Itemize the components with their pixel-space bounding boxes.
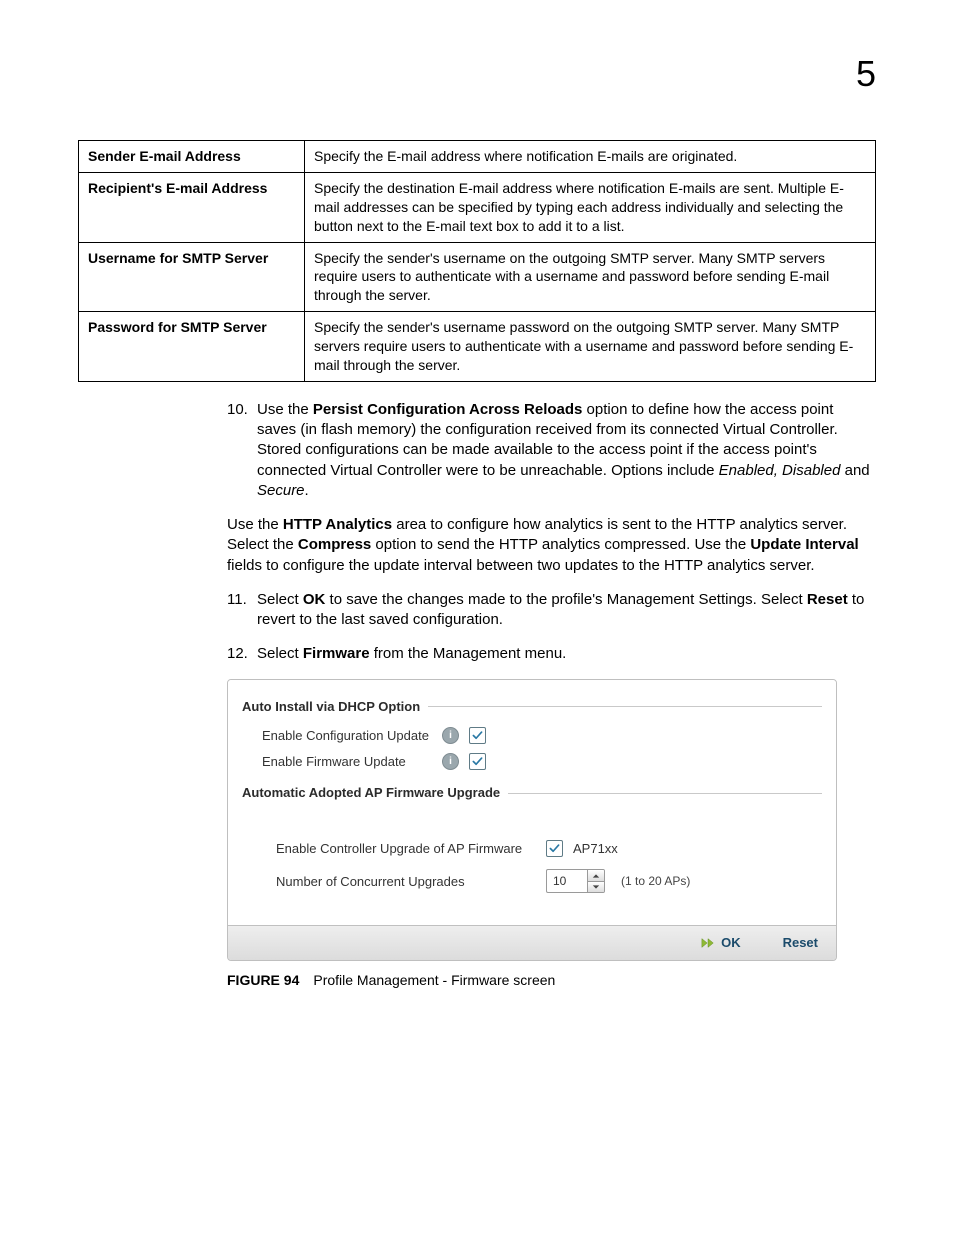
- row-enable-config-update: Enable Configuration Update i: [262, 727, 822, 745]
- step-10: 10. Use the Persist Configuration Across…: [227, 400, 876, 501]
- checkbox-enable-firmware-update[interactable]: [469, 753, 486, 770]
- text-bold: Persist Configuration Across Reloads: [313, 401, 583, 418]
- fieldset-title-text: Automatic Adopted AP Firmware Upgrade: [242, 784, 500, 802]
- checkbox-enable-config-update[interactable]: [469, 727, 486, 744]
- stepper-value: 10: [547, 870, 587, 892]
- table-row: Username for SMTP Server Specify the sen…: [79, 242, 876, 312]
- button-label: Reset: [783, 934, 818, 952]
- field-description: Specify the destination E-mail address w…: [305, 172, 876, 242]
- step-12: 12. Select Firmware from the Management …: [227, 644, 876, 664]
- table-row: Recipient's E-mail Address Specify the d…: [79, 172, 876, 242]
- text-bold: OK: [303, 591, 326, 608]
- field-description-table: Sender E-mail Address Specify the E-mail…: [78, 140, 876, 382]
- row-controller-upgrade: Enable Controller Upgrade of AP Firmware…: [276, 840, 822, 858]
- stepper-up-button[interactable]: [588, 870, 604, 881]
- reset-button[interactable]: Reset: [775, 932, 826, 954]
- info-icon[interactable]: i: [442, 727, 459, 744]
- stepper-range-hint: (1 to 20 APs): [621, 873, 690, 889]
- table-row: Sender E-mail Address Specify the E-mail…: [79, 141, 876, 173]
- paragraph-http-analytics: Use the HTTP Analytics area to configure…: [227, 515, 876, 576]
- row-enable-firmware-update: Enable Firmware Update i: [262, 753, 822, 771]
- fieldset-auto-adopted-title: Automatic Adopted AP Firmware Upgrade: [242, 784, 822, 802]
- figure-label: FIGURE 94: [227, 972, 299, 988]
- chapter-number: 5: [856, 50, 876, 99]
- text-bold: Reset: [807, 591, 848, 608]
- field-description: Specify the sender's username password o…: [305, 312, 876, 382]
- figure-caption: FIGURE 94 Profile Management - Firmware s…: [227, 971, 876, 990]
- text-bold: HTTP Analytics: [283, 516, 392, 533]
- text-bold: Update Interval: [750, 536, 858, 553]
- form-label: Enable Configuration Update: [262, 727, 432, 745]
- fast-forward-icon: [701, 937, 715, 949]
- text: from the Management menu.: [370, 645, 567, 662]
- form-label: Enable Firmware Update: [262, 753, 432, 771]
- fieldset-auto-install-title: Auto Install via DHCP Option: [242, 698, 822, 716]
- text: and: [840, 462, 869, 479]
- text: Use the: [227, 516, 283, 533]
- text: Select: [257, 645, 303, 662]
- table-row: Password for SMTP Server Specify the sen…: [79, 312, 876, 382]
- divider: [508, 793, 822, 794]
- step-number: 10.: [227, 400, 248, 420]
- concurrent-upgrades-stepper[interactable]: 10: [546, 869, 605, 893]
- field-label: Sender E-mail Address: [79, 141, 305, 173]
- step-11: 11. Select OK to save the changes made t…: [227, 590, 876, 631]
- panel-footer: OK Reset: [228, 925, 836, 960]
- text: fields to configure the update interval …: [227, 557, 815, 574]
- button-label: OK: [721, 934, 741, 952]
- text: to save the changes made to the profile'…: [325, 591, 806, 608]
- checkbox-controller-upgrade[interactable]: [546, 840, 563, 857]
- text-bold: Compress: [298, 536, 371, 553]
- fieldset-title-text: Auto Install via DHCP Option: [242, 698, 420, 716]
- field-label: Username for SMTP Server: [79, 242, 305, 312]
- ok-button[interactable]: OK: [693, 932, 749, 954]
- field-description: Specify the E-mail address where notific…: [305, 141, 876, 173]
- field-label: Password for SMTP Server: [79, 312, 305, 382]
- form-label: Enable Controller Upgrade of AP Firmware: [276, 840, 536, 858]
- info-icon[interactable]: i: [442, 753, 459, 770]
- field-label: Recipient's E-mail Address: [79, 172, 305, 242]
- text-italic: Secure: [257, 482, 305, 499]
- field-description: Specify the sender's username on the out…: [305, 242, 876, 312]
- text: Select: [257, 591, 303, 608]
- text: .: [305, 482, 309, 499]
- text: option to send the HTTP analytics compre…: [371, 536, 750, 553]
- body-text: 10. Use the Persist Configuration Across…: [227, 400, 876, 665]
- form-label: Number of Concurrent Upgrades: [276, 873, 536, 891]
- text: Use the: [257, 401, 313, 418]
- text-bold: Firmware: [303, 645, 370, 662]
- step-number: 11.: [227, 590, 247, 610]
- text-italic: Enabled, Disabled: [719, 462, 841, 479]
- divider: [428, 706, 822, 707]
- firmware-screenshot: Auto Install via DHCP Option Enable Conf…: [227, 679, 837, 961]
- step-number: 12.: [227, 644, 248, 664]
- stepper-down-button[interactable]: [588, 881, 604, 893]
- row-concurrent-upgrades: Number of Concurrent Upgrades 10 (1 to 2…: [276, 869, 822, 893]
- ap-model-text: AP71xx: [573, 840, 618, 858]
- figure-title: Profile Management - Firmware screen: [313, 972, 555, 988]
